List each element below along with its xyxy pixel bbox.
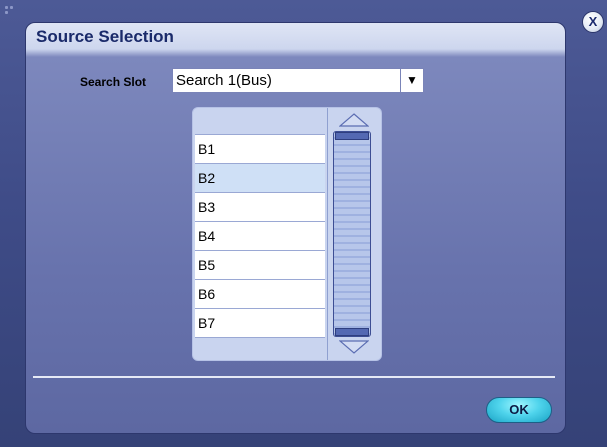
scroll-thumb-top-cap (335, 132, 369, 140)
search-slot-value: Search 1(Bus) (176, 72, 272, 89)
list-item[interactable]: B3 (195, 192, 325, 221)
ok-button[interactable]: OK (486, 397, 552, 423)
scroll-down-icon[interactable] (339, 340, 369, 354)
scroll-thumb-bottom-cap (335, 328, 369, 336)
list-item[interactable]: B6 (195, 279, 325, 308)
list-divider (327, 108, 328, 360)
list-item[interactable]: B7 (195, 308, 325, 338)
footer-divider (33, 376, 555, 378)
list-item[interactable]: B1 (195, 134, 325, 163)
search-slot-label: Search Slot (80, 75, 147, 89)
scrollbar[interactable] (330, 111, 378, 356)
source-selection-dialog: Source Selection Search Slot Search 1(Bu… (25, 22, 566, 434)
search-slot-dropdown[interactable]: Search 1(Bus) ▼ (172, 68, 424, 93)
list-item[interactable]: B5 (195, 250, 325, 279)
close-button[interactable]: X (582, 11, 604, 33)
list-item[interactable]: B2 (195, 163, 325, 192)
scroll-up-icon[interactable] (339, 113, 369, 127)
source-list-items: B1 B2 B3 B4 B5 B6 B7 (195, 134, 325, 338)
list-item[interactable]: B4 (195, 221, 325, 250)
close-icon: X (588, 14, 598, 29)
scroll-thumb[interactable] (333, 131, 371, 337)
dropdown-arrow-icon[interactable]: ▼ (400, 69, 423, 92)
resize-grip-icon[interactable] (5, 6, 17, 18)
source-list: B1 B2 B3 B4 B5 B6 B7 (192, 107, 382, 361)
dialog-title: Source Selection (36, 27, 174, 46)
app-window: X Source Selection Search Slot Search 1(… (0, 0, 607, 447)
